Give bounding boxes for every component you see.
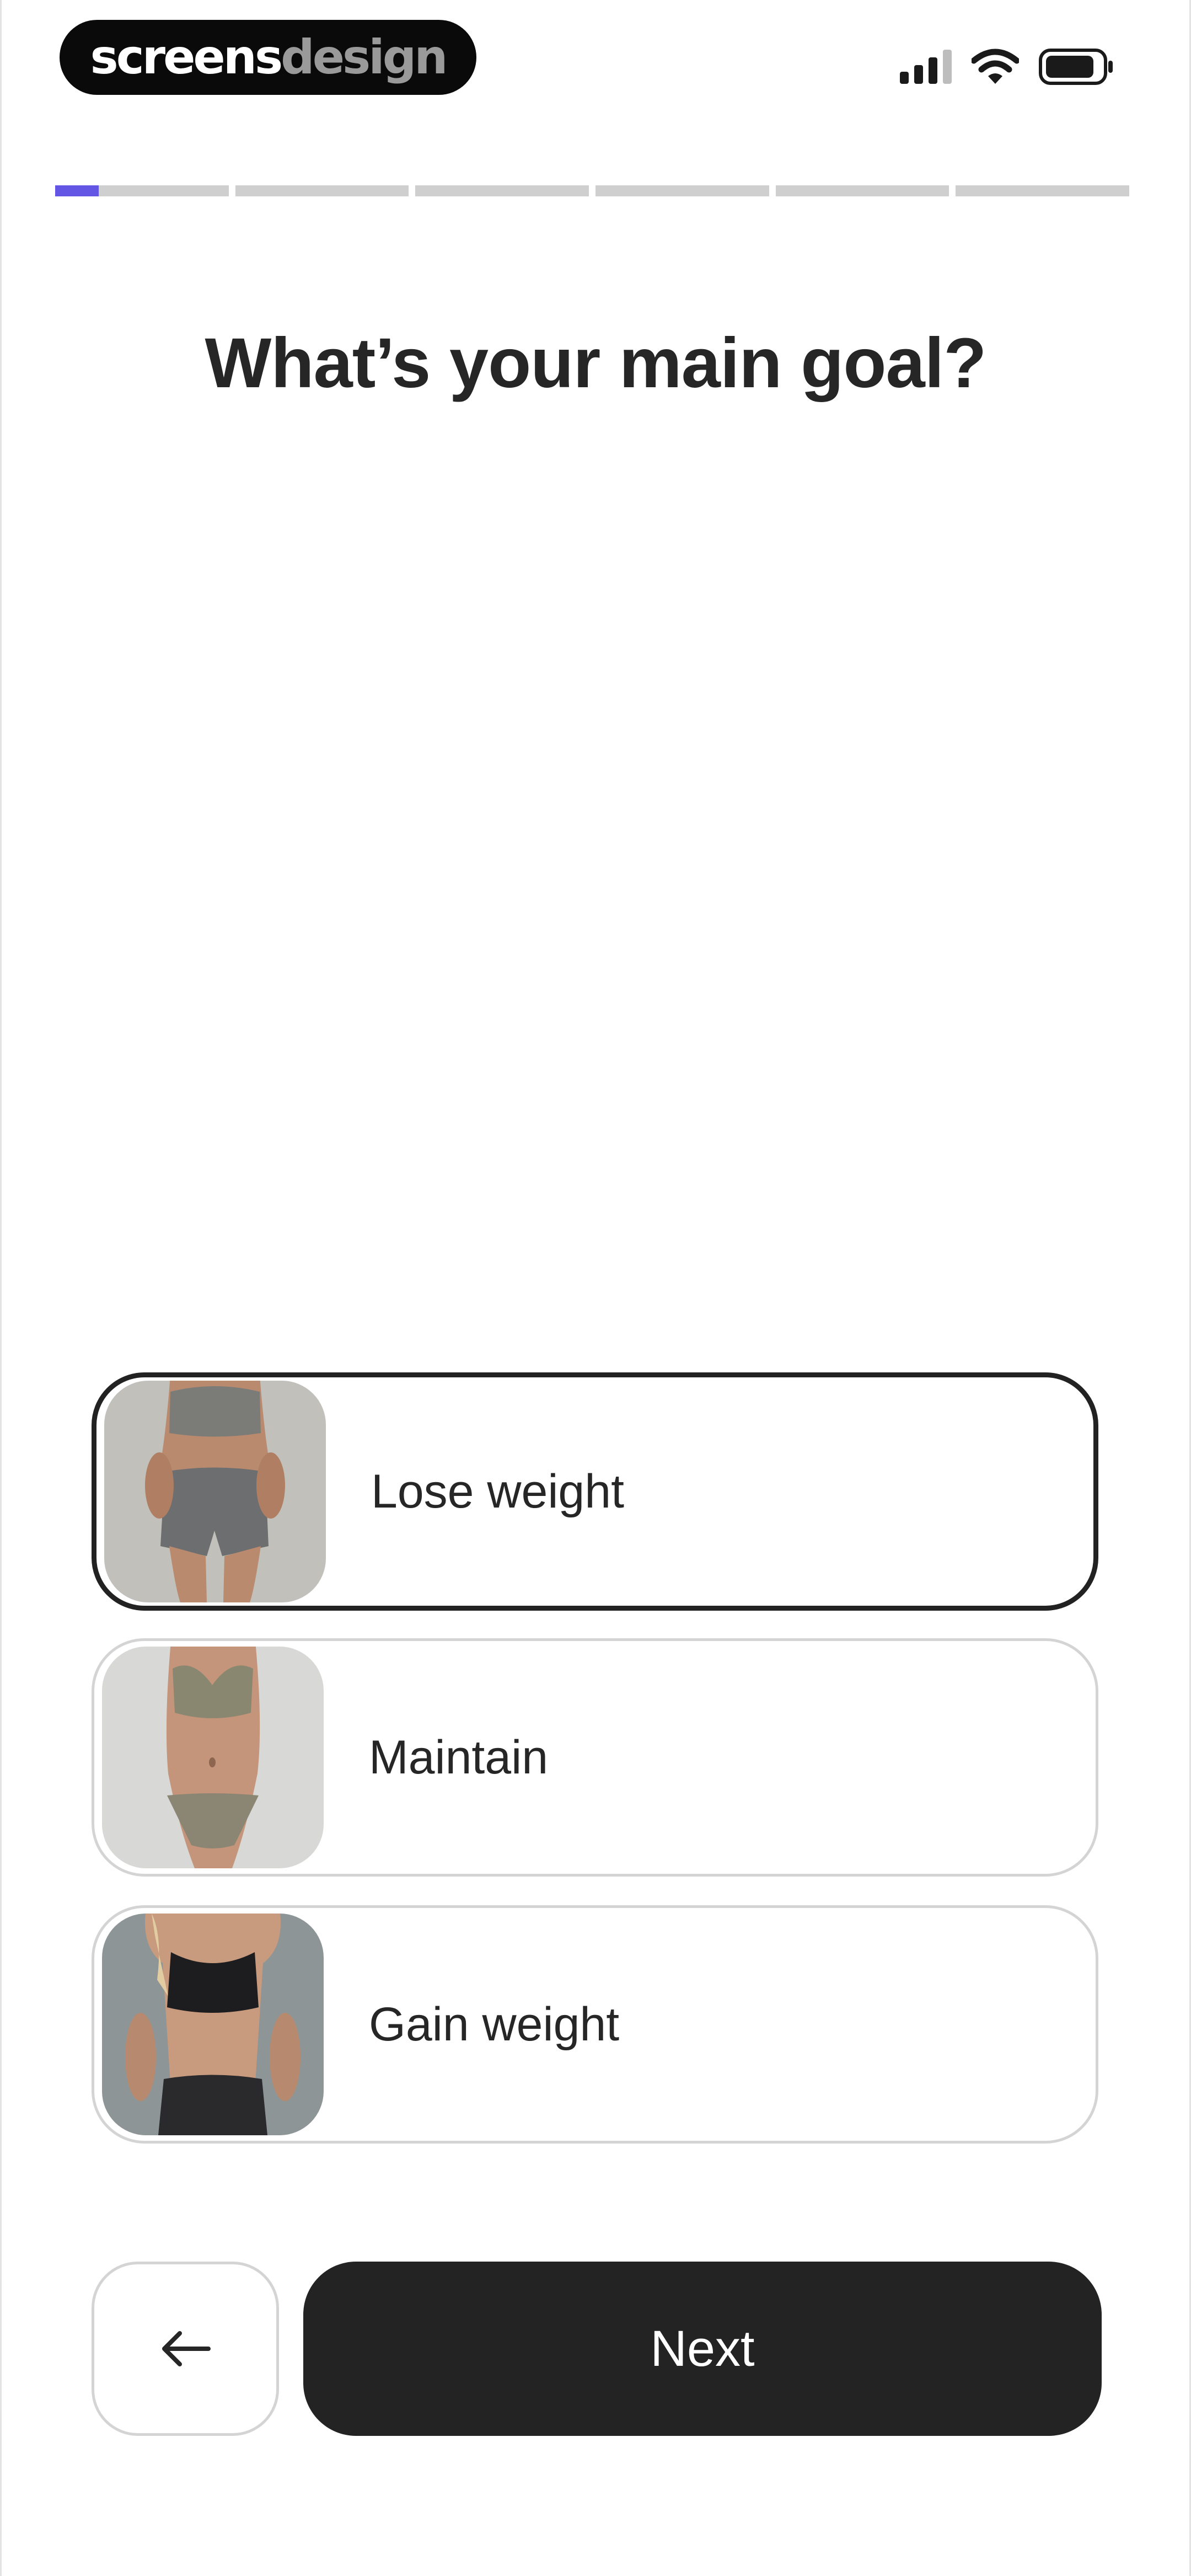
progress-segment <box>775 185 949 196</box>
option-label: Gain weight <box>369 1997 620 2051</box>
goal-option-lose-weight[interactable]: Lose weight <box>92 1372 1098 1611</box>
goal-option-gain-weight[interactable]: Gain weight <box>92 1905 1098 2144</box>
progress-segment <box>235 185 409 196</box>
status-icons <box>900 47 1114 86</box>
brand-logo-part-2: design <box>281 30 448 85</box>
lose-weight-photo <box>104 1381 326 1602</box>
onboarding-progress-bar <box>55 185 1130 196</box>
brand-logo-part-1: screens <box>90 30 283 85</box>
next-button[interactable]: Next <box>303 2262 1102 2436</box>
maintain-photo <box>102 1647 324 1868</box>
cellular-signal-icon <box>900 50 952 84</box>
goal-option-maintain[interactable]: Maintain <box>92 1638 1098 1877</box>
page-title: What’s your main goal? <box>205 324 987 403</box>
option-label: Lose weight <box>371 1465 624 1518</box>
battery-icon <box>1039 49 1113 85</box>
progress-segment <box>596 185 769 196</box>
wifi-icon <box>972 49 1019 84</box>
option-label: Maintain <box>369 1730 549 1784</box>
gain-weight-photo <box>102 1914 324 2135</box>
progress-segment <box>55 185 229 196</box>
progress-segment <box>415 185 589 196</box>
progress-fill <box>55 185 99 196</box>
progress-segment <box>956 185 1130 196</box>
brand-logo: screens design <box>60 20 476 95</box>
arrow-left-icon <box>162 2331 211 2366</box>
back-button[interactable] <box>92 2262 279 2436</box>
